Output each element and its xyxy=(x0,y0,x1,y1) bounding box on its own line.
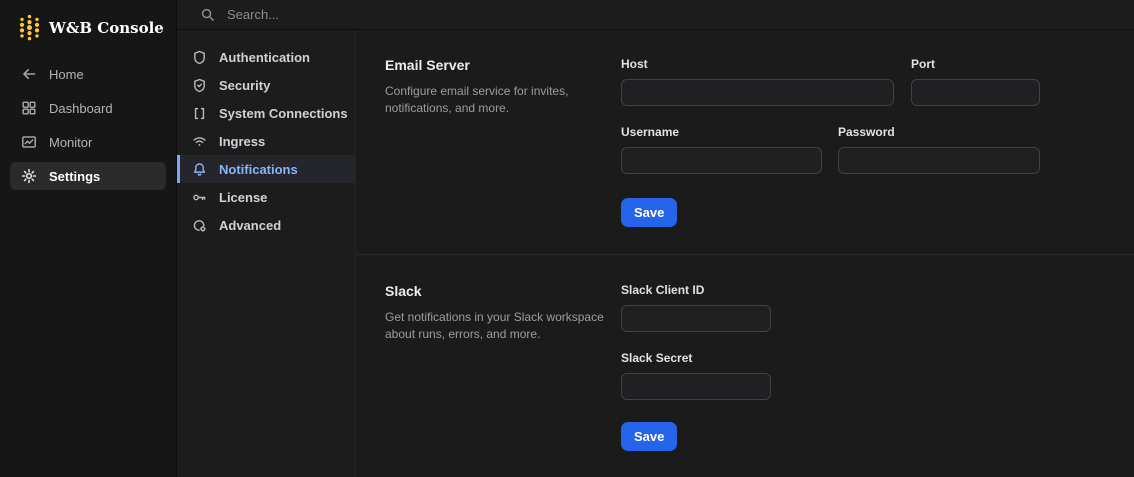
gear-icon xyxy=(21,168,37,184)
password-input[interactable] xyxy=(838,147,1040,174)
settings-nav-label: Notifications xyxy=(219,161,298,177)
settings-nav-item-security[interactable]: Security xyxy=(177,71,355,99)
sidebar-item-label: Home xyxy=(49,66,84,82)
wandb-console-window: W&B Console Home Dashboard Monitor Setti… xyxy=(0,0,1134,477)
email-server-section: Email Server Configure email service for… xyxy=(356,30,1134,254)
port-label: Port xyxy=(911,57,935,71)
sidebar-item-label: Monitor xyxy=(49,134,93,150)
primary-sidebar: W&B Console Home Dashboard Monitor Setti… xyxy=(0,0,177,477)
username-label: Username xyxy=(621,125,680,139)
section-description: Configure email service for invites, not… xyxy=(385,83,621,117)
host-input[interactable] xyxy=(621,79,894,106)
search-icon xyxy=(200,7,215,22)
sidebar-item-settings[interactable]: Settings xyxy=(10,162,166,190)
right-region: Authentication Security System Connectio… xyxy=(177,0,1134,477)
shield-icon xyxy=(192,50,207,65)
description-line: notifications, and more. xyxy=(385,100,510,115)
slack-section: Slack Get notifications in your Slack wo… xyxy=(356,254,1134,477)
app-title: W&B Console xyxy=(49,18,164,37)
settings-nav-item-system-connections[interactable]: System Connections xyxy=(177,99,355,127)
email-server-form: Host Port Username Password Save xyxy=(621,57,1040,254)
search-input[interactable] xyxy=(225,6,549,23)
settings-nav-item-license[interactable]: License xyxy=(177,183,355,211)
slack-secret-label: Slack Secret xyxy=(621,351,693,365)
settings-nav-label: Authentication xyxy=(219,49,310,65)
settings-nav-label: Ingress xyxy=(219,133,266,149)
settings-nav-item-advanced[interactable]: Advanced xyxy=(177,211,355,239)
slack-client-id-label: Slack Client ID xyxy=(621,283,705,297)
port-input[interactable] xyxy=(911,79,1040,106)
topbar xyxy=(177,0,1134,30)
settings-nav-label: License xyxy=(219,189,268,205)
settings-nav-label: Advanced xyxy=(219,217,282,233)
monitor-chart-icon xyxy=(21,134,37,150)
description-line: Get notifications in your Slack workspac… xyxy=(385,310,604,324)
brackets-icon xyxy=(192,106,207,121)
shield-check-icon xyxy=(192,78,207,93)
sidebar-item-home[interactable]: Home xyxy=(10,60,166,88)
wandb-dots-logo-icon xyxy=(19,14,40,41)
app-logo: W&B Console xyxy=(0,0,176,41)
username-input[interactable] xyxy=(621,147,822,174)
settings-nav-item-notifications[interactable]: Notifications xyxy=(177,155,355,183)
primary-nav: Home Dashboard Monitor Settings xyxy=(0,60,176,190)
content-row: Authentication Security System Connectio… xyxy=(177,30,1134,477)
sidebar-item-dashboard[interactable]: Dashboard xyxy=(10,94,166,122)
settings-nav: Authentication Security System Connectio… xyxy=(177,30,356,477)
sidebar-item-monitor[interactable]: Monitor xyxy=(10,128,166,156)
sidebar-item-label: Dashboard xyxy=(49,100,113,116)
description-line: Configure email service for invites, xyxy=(385,84,569,98)
email-server-info: Email Server Configure email service for… xyxy=(385,57,621,254)
slack-client-id-input[interactable] xyxy=(621,305,771,332)
section-description: Get notifications in your Slack workspac… xyxy=(385,309,621,343)
arrow-left-icon xyxy=(21,66,37,82)
settings-nav-item-ingress[interactable]: Ingress xyxy=(177,127,355,155)
email-save-button[interactable]: Save xyxy=(621,198,678,227)
dashboard-grid-icon xyxy=(21,100,37,116)
slack-secret-input[interactable] xyxy=(621,373,771,400)
slack-save-button[interactable]: Save xyxy=(621,422,678,451)
settings-nav-item-authentication[interactable]: Authentication xyxy=(177,43,355,71)
slack-info: Slack Get notifications in your Slack wo… xyxy=(385,283,621,477)
wifi-icon xyxy=(192,134,207,149)
description-line: about runs, errors, and more. xyxy=(385,326,541,341)
settings-nav-label: System Connections xyxy=(219,105,348,121)
host-label: Host xyxy=(621,57,648,71)
password-label: Password xyxy=(838,125,895,139)
key-icon xyxy=(192,190,207,205)
slack-form: Slack Client ID Slack Secret Save xyxy=(621,283,1040,477)
gear-circle-icon xyxy=(192,218,207,233)
section-title: Slack xyxy=(385,283,422,299)
sidebar-item-label: Settings xyxy=(49,168,101,184)
settings-main: Email Server Configure email service for… xyxy=(356,30,1134,477)
bell-icon xyxy=(192,162,207,177)
section-title: Email Server xyxy=(385,57,470,73)
settings-nav-label: Security xyxy=(219,77,271,93)
